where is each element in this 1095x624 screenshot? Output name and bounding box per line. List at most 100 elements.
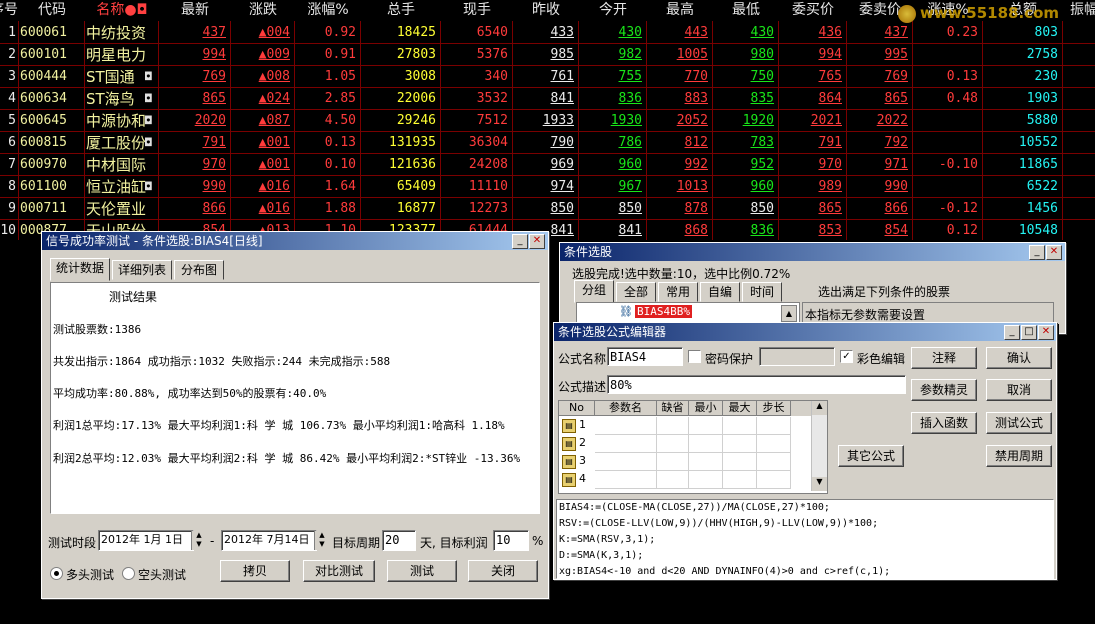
test-button[interactable]: 测试 xyxy=(387,560,457,582)
mark-icon: ◘ xyxy=(144,136,153,149)
param-cell[interactable] xyxy=(757,471,791,489)
maximize-button[interactable]: □ xyxy=(1021,325,1037,340)
scroll-down-icon[interactable]: ▼ xyxy=(812,477,827,491)
radio-long-label: 多头测试 xyxy=(66,568,115,582)
table-row[interactable]: 7 600970 中材国际 970 ▲001 0.10 121636 24208 969 960 9… xyxy=(0,154,1095,176)
radio-short-test[interactable] xyxy=(122,567,135,580)
minimize-button[interactable]: _ xyxy=(1004,325,1020,340)
table-row[interactable]: 5 600645 中源协和 ◘ 2020 ▲087 4.50 29246 7512 1933 193… xyxy=(0,110,1095,132)
table-row[interactable]: 8 601100 恒立油缸 ◘ 990 ▲016 1.64 65409 11110 974 967 1… xyxy=(0,176,1095,198)
tab-group[interactable]: 分组 xyxy=(574,280,614,303)
test-formula-button[interactable]: 测试公式 xyxy=(986,412,1052,434)
param-cell[interactable] xyxy=(657,453,689,471)
target-period-input[interactable]: 20 xyxy=(382,530,416,551)
note-button[interactable]: 注释 xyxy=(911,347,977,369)
confirm-button[interactable]: 确认 xyxy=(986,347,1052,369)
close-icon[interactable]: ✕ xyxy=(1038,325,1054,340)
column-header[interactable]: 现手 xyxy=(442,0,512,21)
param-row[interactable]: 4 xyxy=(579,472,586,485)
cell-high: 883 xyxy=(684,91,708,106)
column-header[interactable]: 涨跌 xyxy=(232,0,294,21)
param-cell[interactable] xyxy=(689,471,723,489)
param-row[interactable]: 1 xyxy=(579,418,586,431)
tab-stats[interactable]: 统计数据 xyxy=(50,258,110,281)
column-header[interactable]: 昨收 xyxy=(514,0,578,21)
close-icon[interactable]: ✕ xyxy=(529,234,545,249)
cell-vol: 65409 xyxy=(396,179,436,194)
column-header[interactable]: 最低 xyxy=(714,0,778,21)
table-row[interactable]: 3 600444 ST国通 ◘ 769 ▲008 1.05 3008 340 761 755 770 7… xyxy=(0,66,1095,88)
cancel-button[interactable]: 取消 xyxy=(986,379,1052,401)
formula-name-input[interactable]: BIAS4 xyxy=(607,347,683,366)
column-header[interactable]: 代码 xyxy=(20,0,84,21)
param-cell[interactable] xyxy=(657,471,689,489)
date-to-input[interactable]: 2012年 7月14日 xyxy=(221,530,317,551)
column-header[interactable]: 总手 xyxy=(362,0,440,21)
cell-open: 755 xyxy=(618,69,642,84)
column-header[interactable]: 委买价 xyxy=(780,0,846,21)
tab-common[interactable]: 常用 xyxy=(658,282,698,302)
date-from-input[interactable]: 2012年 1月 1日 xyxy=(98,530,194,551)
radio-long-test[interactable] xyxy=(50,567,63,580)
table-row[interactable]: 2 600101 明星电力 994 ▲009 0.91 27803 5376 985 982 100… xyxy=(0,44,1095,66)
table-row[interactable]: 4 600634 ST海鸟 ◘ 865 ▲024 2.85 22006 3532 841 836 88… xyxy=(0,88,1095,110)
condition-desc: 本指标无参数需要设置 xyxy=(805,308,926,322)
tab-distribution[interactable]: 分布图 xyxy=(174,260,224,280)
password-input[interactable] xyxy=(759,347,835,366)
close-icon[interactable]: ✕ xyxy=(1046,245,1062,260)
copy-button[interactable]: 拷贝 xyxy=(220,560,290,582)
column-header[interactable]: 最高 xyxy=(648,0,712,21)
param-cell[interactable] xyxy=(689,435,723,453)
param-cell[interactable] xyxy=(595,471,657,489)
param-cell[interactable] xyxy=(595,417,657,435)
date-from-spinner[interactable]: ▲ ▼ xyxy=(191,531,206,550)
param-wizard-button[interactable]: 参数精灵 xyxy=(911,379,977,401)
param-cell[interactable] xyxy=(757,435,791,453)
color-edit-checkbox[interactable]: ✓ xyxy=(840,350,853,363)
cell-code: 600815 xyxy=(20,135,67,150)
param-cell[interactable] xyxy=(689,417,723,435)
column-header[interactable]: 名称●◘ xyxy=(86,0,158,21)
param-row[interactable]: 3 xyxy=(579,454,586,467)
code-editor[interactable]: BIAS4:=(CLOSE-MA(CLOSE,27))/MA(CLOSE,27)… xyxy=(556,499,1054,579)
tab-custom[interactable]: 自编 xyxy=(700,282,740,302)
disable-period-button[interactable]: 禁用周期 xyxy=(986,445,1052,467)
tab-detail-list[interactable]: 详细列表 xyxy=(112,260,172,280)
formula-item[interactable]: BIAS4BB% xyxy=(635,305,692,318)
column-header[interactable]: 最新 xyxy=(160,0,230,21)
insert-function-button[interactable]: 插入函数 xyxy=(911,412,977,434)
scroll-up-icon[interactable]: ▲ xyxy=(812,401,827,415)
minimize-button[interactable]: _ xyxy=(512,234,528,249)
param-cell[interactable] xyxy=(595,453,657,471)
cell-idx: 9 xyxy=(8,201,16,216)
column-header[interactable]: 涨幅% xyxy=(296,0,360,21)
table-row[interactable]: 6 600815 厦工股份 ◘ 791 ▲001 0.13 131935 36304 790 786… xyxy=(0,132,1095,154)
param-cell[interactable] xyxy=(657,435,689,453)
result-panel: 测试结果 测试股票数:1386 共发出指示:1864 成功指示:1032 失败指… xyxy=(50,282,540,514)
param-cell[interactable] xyxy=(757,417,791,435)
scroll-up-icon[interactable]: ▲ xyxy=(781,305,797,322)
param-cell[interactable] xyxy=(723,435,757,453)
param-cell[interactable] xyxy=(723,453,757,471)
compare-test-button[interactable]: 对比测试 xyxy=(303,560,375,582)
target-profit-input[interactable]: 10 xyxy=(493,530,529,551)
param-cell[interactable] xyxy=(689,453,723,471)
param-cell[interactable] xyxy=(595,435,657,453)
minimize-button[interactable]: _ xyxy=(1029,245,1045,260)
date-to-spinner[interactable]: ▲ ▼ xyxy=(314,531,329,550)
column-header[interactable]: 今开 xyxy=(580,0,646,21)
param-scrollbar[interactable]: ▲ ▼ xyxy=(811,401,827,491)
formula-desc-input[interactable]: 80% xyxy=(607,375,906,394)
param-cell[interactable] xyxy=(723,417,757,435)
tab-time[interactable]: 时间 xyxy=(742,282,782,302)
param-cell[interactable] xyxy=(757,453,791,471)
other-formula-button[interactable]: 其它公式 xyxy=(838,445,904,467)
tab-all[interactable]: 全部 xyxy=(616,282,656,302)
column-header[interactable]: 序号 xyxy=(0,0,20,21)
close-button[interactable]: 关闭 xyxy=(468,560,538,582)
param-row[interactable]: 2 xyxy=(579,436,586,449)
table-row[interactable]: 9 000711 天伦置业 866 ▲016 1.88 16877 12273 850 850 87… xyxy=(0,198,1095,220)
password-checkbox[interactable] xyxy=(688,350,701,363)
param-cell[interactable] xyxy=(657,417,689,435)
param-cell[interactable] xyxy=(723,471,757,489)
